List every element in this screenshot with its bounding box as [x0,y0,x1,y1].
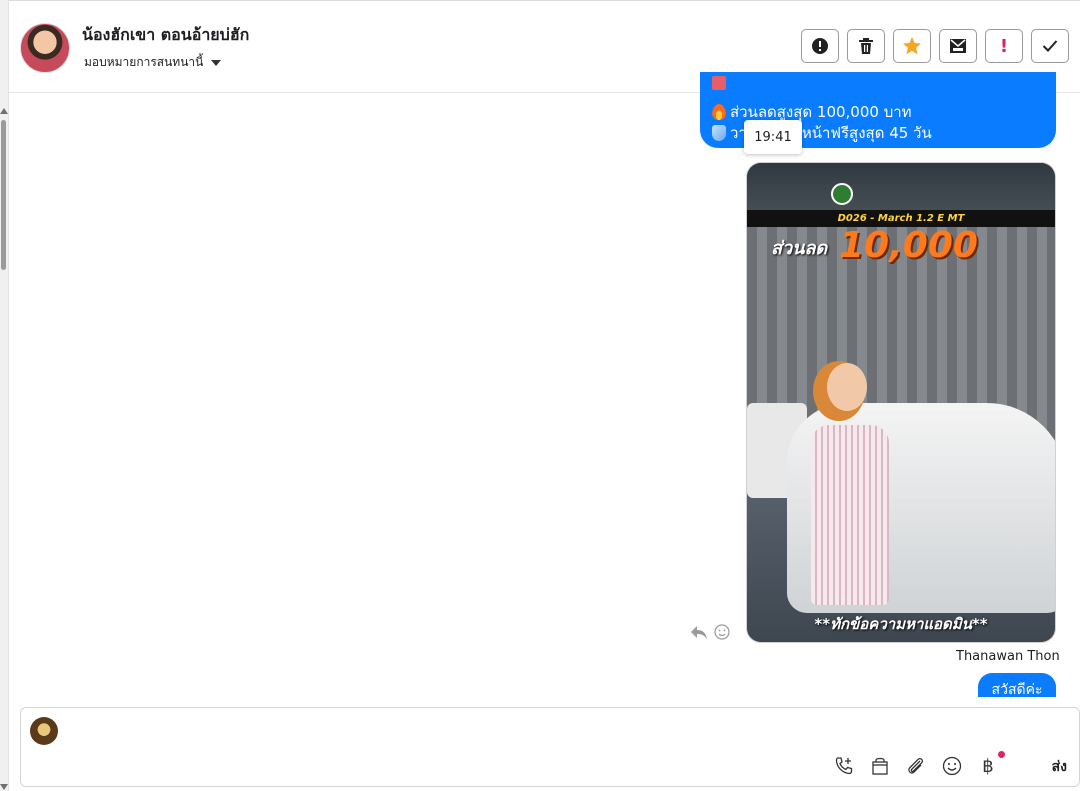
exclamation-icon: ! [999,35,1009,57]
notification-dot [998,751,1005,758]
shop-button[interactable] [869,755,891,777]
message-input[interactable] [69,718,969,742]
payment-button[interactable]: ฿ [977,751,1005,777]
fire-icon [712,104,726,120]
message-composer: ฿ ส่ง [20,707,1080,787]
smiley-icon [942,756,962,776]
call-button[interactable] [833,755,855,777]
dealer-logo-icon [831,183,853,205]
phone-plus-icon [835,757,853,775]
shield-icon [712,125,726,141]
star-button[interactable] [893,29,931,63]
attach-button[interactable] [905,755,927,777]
emoji-button[interactable] [941,755,963,777]
star-icon [903,37,921,55]
reply-icon[interactable] [690,624,708,640]
scrollbar-thumb[interactable] [1,120,6,270]
image-caption: **ทักข้อความหาแอดมิน** [814,615,988,633]
contact-name[interactable]: น้องฮักเขา ตอนอ้ายบ่ฮัก [82,23,249,48]
discount-value: 10,000 [839,225,978,266]
clipped-line [712,76,726,90]
composer-tools: ฿ [833,751,1005,777]
send-button[interactable]: ส่ง [1052,756,1067,778]
timestamp-tooltip: 19:41 [744,120,802,154]
message-text: สวัสดีค่ะ [991,682,1043,697]
person-head [827,363,867,411]
report-button[interactable] [801,29,839,63]
envelope-icon [950,39,966,53]
conversation-toolbar: ! [801,29,1069,63]
check-icon [1042,40,1058,52]
left-scrollbar[interactable] [0,0,9,791]
person-shape [811,425,889,605]
delete-button[interactable] [847,29,885,63]
discount-label: ส่วนลด [771,238,828,259]
page-avatar [30,717,58,745]
scroll-up-icon[interactable] [0,108,8,114]
trash-icon [859,38,873,54]
sender-name: Thanawan Thon [956,649,1060,664]
mark-unread-button[interactable] [939,29,977,63]
contact-avatar[interactable] [20,23,70,73]
important-button[interactable]: ! [985,29,1023,63]
react-emoji-icon[interactable] [714,624,730,640]
message-image[interactable]: D026 - March 1.2 E MT ส่วนลด 10,000 **ทั… [747,163,1055,642]
assign-conversation-dropdown[interactable]: มอบหมายการสนทนานี้ [84,53,222,72]
baht-icon: ฿ [982,755,994,777]
paperclip-icon [908,758,923,774]
message-actions [690,624,730,640]
assign-label: มอบหมายการสนทนานี้ [84,55,204,69]
alert-circle-icon [812,38,828,54]
scroll-down-icon[interactable] [0,784,8,790]
message-bubble[interactable]: สวัสดีค่ะ [978,673,1056,697]
shopping-bag-icon [872,757,888,775]
caret-down-icon [211,59,222,66]
done-button[interactable] [1031,29,1069,63]
